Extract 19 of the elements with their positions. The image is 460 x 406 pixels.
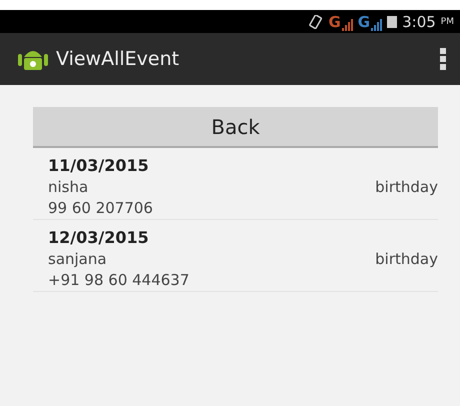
back-button[interactable]: Back xyxy=(33,107,438,148)
phone-number: +91 98 60 444637 xyxy=(48,271,190,291)
signal-icon xyxy=(371,18,382,30)
clock-meridiem: PM xyxy=(440,16,454,26)
network-type: G xyxy=(328,12,341,30)
battery-icon xyxy=(387,15,398,28)
screen-title: ViewAllEvent xyxy=(56,48,180,70)
event-name: nisha xyxy=(48,178,88,196)
network-type: G xyxy=(358,12,370,30)
event-name: sanjana xyxy=(48,250,107,268)
event-type: birthday xyxy=(375,250,438,268)
phone-number: 99 60 207706 xyxy=(48,199,154,219)
event-date: 12/03/2015 xyxy=(48,228,150,247)
signal-icon xyxy=(342,18,353,30)
rotation-icon xyxy=(309,14,324,28)
overflow-menu-icon[interactable] xyxy=(440,48,446,70)
clock-time: 3:05 xyxy=(402,12,436,30)
event-type: birthday xyxy=(375,178,438,196)
event-date: 11/03/2015 xyxy=(48,156,150,175)
